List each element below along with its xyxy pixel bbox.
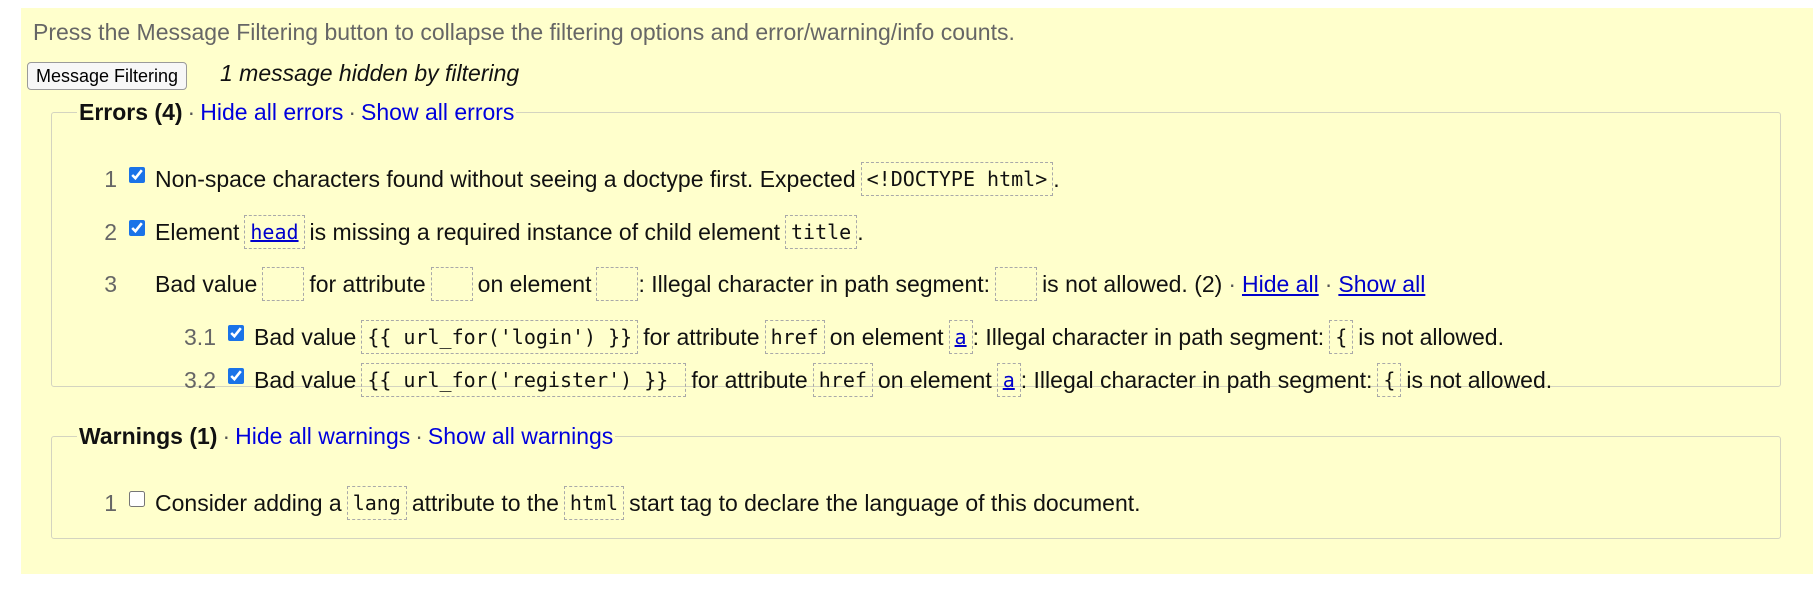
- a-link[interactable]: a: [1003, 368, 1015, 392]
- warning-text: Consider adding a: [155, 489, 342, 516]
- error-text: for attribute: [691, 366, 808, 393]
- error-text: Bad value: [254, 366, 357, 393]
- warning-row-1: 1 Consider adding a lang attribute to th…: [97, 486, 1141, 520]
- error-text: : Illegal character in path segment:: [638, 270, 991, 297]
- show-all-warnings-link[interactable]: Show all warnings: [428, 423, 613, 449]
- html-code: html: [563, 486, 625, 520]
- placeholder-code: [995, 267, 1038, 301]
- error-text: : Illegal character in path segment:: [972, 323, 1325, 350]
- error-text: .: [857, 218, 864, 245]
- message-filter-panel: Press the Message Filtering button to co…: [21, 8, 1813, 574]
- error-text: on element: [477, 270, 592, 297]
- separator: ·: [187, 99, 196, 125]
- error-number: 3.2: [184, 366, 216, 393]
- error-text: for attribute: [643, 323, 760, 350]
- placeholder-code: [430, 267, 473, 301]
- error-text: is missing a required instance of child …: [309, 218, 781, 245]
- hide-all-warnings-link[interactable]: Hide all warnings: [235, 423, 410, 449]
- a-link[interactable]: a: [955, 325, 967, 349]
- show-all-link[interactable]: Show all: [1338, 271, 1425, 298]
- element-code: a: [948, 320, 973, 354]
- error-text: on element: [829, 323, 944, 350]
- value-code: {{ url_for('login') }}: [361, 320, 639, 354]
- error-text: is not allowed.: [1358, 323, 1504, 350]
- error-text: on element: [877, 366, 992, 393]
- doctype-code: <!DOCTYPE html>: [860, 162, 1054, 196]
- error-number: 2: [104, 218, 117, 245]
- warning-text: attribute to the: [411, 489, 559, 516]
- show-all-errors-link[interactable]: Show all errors: [361, 99, 514, 125]
- warning-1-checkbox[interactable]: [129, 491, 145, 507]
- hide-all-link[interactable]: Hide all: [1242, 271, 1319, 298]
- error-text: Element: [155, 218, 240, 245]
- separator: ·: [222, 423, 231, 449]
- error-number: 3.1: [184, 323, 216, 350]
- separator: ·: [415, 423, 423, 449]
- separator: ·: [1324, 270, 1333, 297]
- error-1-checkbox[interactable]: [129, 167, 145, 183]
- error-row-3: 3 Bad value for attribute on element : I…: [97, 267, 1425, 301]
- char-code: {: [1329, 320, 1354, 354]
- error-3-1-checkbox[interactable]: [228, 325, 244, 341]
- filter-instruction: Press the Message Filtering button to co…: [33, 19, 1015, 45]
- value-code: {{ url_for('register') }}: [361, 363, 687, 397]
- placeholder-code: [596, 267, 639, 301]
- warnings-legend: Warnings (1) · Hide all warnings · Show all …: [77, 423, 615, 450]
- errors-title: Errors (4): [79, 99, 183, 125]
- head-code: head: [244, 215, 305, 249]
- error-row-1: 1 Non-space characters found without see…: [97, 162, 1060, 196]
- error-text: for attribute: [309, 270, 426, 297]
- element-code: a: [996, 363, 1021, 397]
- warnings-title: Warnings (1): [79, 423, 218, 449]
- error-number: 3: [104, 270, 117, 297]
- error-row-2: 2 Element head is missing a required ins…: [97, 215, 864, 249]
- errors-group: Errors (4) · Hide all errors · Show all erro…: [51, 99, 1781, 397]
- errors-legend: Errors (4) · Hide all errors · Show all erro…: [77, 99, 516, 126]
- placeholder-code: [262, 267, 305, 301]
- error-2-checkbox[interactable]: [129, 220, 145, 236]
- error-3-2-checkbox[interactable]: [228, 368, 244, 384]
- hide-all-errors-link[interactable]: Hide all errors: [200, 99, 343, 125]
- href-code: href: [812, 363, 873, 397]
- error-row-3-2: 3.2 Bad value {{ url_for('register') }} …: [182, 363, 1552, 397]
- error-text: is not allowed.: [1406, 366, 1553, 393]
- separator: ·: [1228, 270, 1236, 297]
- error-row-3-1: 3.1 Bad value {{ url_for('login') }} for…: [182, 320, 1504, 354]
- warning-text: start tag to declare the language of thi…: [629, 489, 1141, 516]
- error-number: 1: [104, 165, 117, 192]
- error-text: Non-space characters found without seein…: [155, 165, 856, 192]
- error-text: : Illegal character in path segment:: [1020, 366, 1373, 393]
- separator: ·: [348, 99, 357, 125]
- char-code: {: [1377, 363, 1402, 397]
- lang-code: lang: [346, 486, 407, 520]
- head-link[interactable]: head: [250, 220, 298, 244]
- title-code: title: [785, 215, 858, 249]
- href-code: href: [764, 320, 825, 354]
- error-text: Bad value: [155, 270, 258, 297]
- error-text: .: [1053, 165, 1060, 192]
- hidden-message-note: 1 message hidden by filtering: [220, 60, 520, 86]
- warning-number: 1: [104, 489, 117, 516]
- error-text: is not allowed. (2): [1042, 270, 1223, 297]
- error-text: Bad value: [254, 323, 357, 350]
- message-filtering-button[interactable]: Message Filtering: [27, 62, 188, 90]
- warnings-group: Warnings (1) · Hide all warnings · Show all …: [51, 423, 1781, 539]
